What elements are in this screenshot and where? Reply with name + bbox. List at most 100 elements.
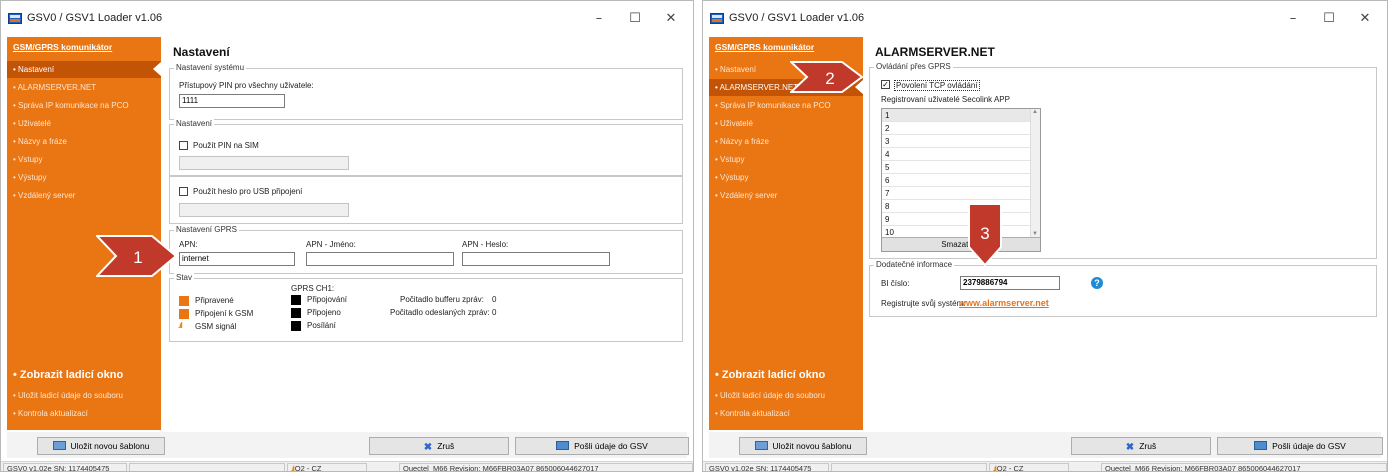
usb-password-checkbox[interactable] <box>179 187 188 196</box>
sidebar-item-inputs[interactable]: • Vstupy <box>7 151 161 168</box>
sidebar-item-nastaveni[interactable]: • Nastavení <box>7 61 162 78</box>
connected-indicator <box>291 308 301 318</box>
save-template-button[interactable]: Uložit novou šablonu <box>37 437 165 455</box>
list-selected-row <box>882 109 1030 121</box>
gsm-signal-label: GSM signál <box>195 322 237 331</box>
list-item[interactable]: 4 <box>885 150 889 159</box>
signal-icon: .ıl <box>178 321 183 330</box>
sidebar-item-alarmserver[interactable]: • ALARMSERVER.NET <box>7 79 161 96</box>
main-panel: ALARMSERVER.NET Ovládání přes GPRS ✓ Pov… <box>863 37 1381 430</box>
group-legend: Nastavení <box>174 119 215 129</box>
alarmserver-link[interactable]: www.alarmserver.net <box>959 298 1049 308</box>
close-button[interactable]: ✕ <box>1347 9 1383 29</box>
sidebar-item-ip-communication[interactable]: • Správa IP komunikace na PCO <box>7 97 161 114</box>
sidebar-item-users[interactable]: • Uživatelé <box>7 115 161 132</box>
sidebar-item-users[interactable]: • Uživatelé <box>709 115 863 132</box>
close-button[interactable]: ✕ <box>653 9 689 29</box>
gsm-connection-indicator <box>179 309 189 319</box>
apn-name-input[interactable] <box>306 252 454 266</box>
sidebar-header[interactable]: GSM/GPRS komunikátor <box>13 42 112 52</box>
status-bar: GSV0 v1.02e SN: 1174405475 .ıl O2 - CZ Q… <box>1 461 693 471</box>
connecting-label: Připojování <box>307 295 348 304</box>
sidebar-item-names[interactable]: • Názvy a fráze <box>7 133 161 150</box>
apn-password-input[interactable] <box>462 252 610 266</box>
maximize-button[interactable]: ☐ <box>617 9 653 29</box>
loader-window-right: GSV0 / GSV1 Loader v1.06 – ☐ ✕ GSM/GPRS … <box>702 0 1388 472</box>
list-item[interactable]: 10 <box>885 228 894 237</box>
minimize-button[interactable]: – <box>581 9 617 29</box>
list-item[interactable]: 5 <box>885 163 889 172</box>
settings-group: Nastavení Použít PIN na SIM <box>169 119 683 176</box>
list-divider <box>882 173 1040 174</box>
apn-input[interactable]: internet <box>179 252 295 266</box>
sidebar: GSM/GPRS komunikátor • Nastavení • ALARM… <box>709 37 864 430</box>
system-settings-group: Nastavení systému Přístupový PIN pro vše… <box>169 63 683 120</box>
show-debug-window-link[interactable]: • Zobrazit ladicí okno <box>13 369 123 381</box>
sim-pin-input[interactable] <box>179 156 349 170</box>
sending-label: Posílání <box>307 321 336 330</box>
help-icon[interactable]: ? <box>1091 277 1103 289</box>
sim-pin-checkbox[interactable] <box>179 141 188 150</box>
sidebar-item-ip-communication[interactable]: • Správa IP komunikace na PCO <box>709 97 863 114</box>
sidebar-item-remote-server[interactable]: • Vzdálený server <box>709 187 863 204</box>
list-item[interactable]: 3 <box>885 137 889 146</box>
sidebar-item-outputs[interactable]: • Výstupy <box>709 169 863 186</box>
status-field-empty <box>129 463 285 471</box>
sim-pin-label: Použít PIN na SIM <box>193 141 259 150</box>
maximize-button[interactable]: ☐ <box>1311 9 1347 29</box>
sidebar-item-names[interactable]: • Názvy a fráze <box>709 133 863 150</box>
register-label: Registrujte svůj systém: <box>881 299 966 308</box>
group-legend: Nastavení systému <box>174 63 247 73</box>
usb-password-group: Použít heslo pro USB připojení <box>169 176 683 224</box>
list-item[interactable]: 7 <box>885 189 889 198</box>
sidebar-item-inputs[interactable]: • Vstupy <box>709 151 863 168</box>
list-item[interactable]: 6 <box>885 176 889 185</box>
cancel-icon: ✖ <box>1125 442 1135 453</box>
bi-number-label: BI číslo: <box>881 279 910 288</box>
sidebar-item-outputs[interactable]: • Výstupy <box>7 169 161 186</box>
scroll-up-icon[interactable]: ▲ <box>1032 109 1038 115</box>
app-icon <box>8 13 22 24</box>
check-updates-link[interactable]: • Kontrola aktualizací <box>715 409 790 418</box>
group-legend: Dodatečné informace <box>874 260 955 270</box>
cancel-button[interactable]: ✖ Zruš <box>369 437 509 455</box>
save-template-button[interactable]: Uložit novou šablonu <box>739 437 867 455</box>
send-to-gsv-button[interactable]: Pošli údaje do GSV <box>1217 437 1383 455</box>
list-scrollbar[interactable]: ▲ ▼ <box>1030 109 1040 237</box>
usb-password-label: Použít heslo pro USB připojení <box>193 187 303 196</box>
pin-input[interactable]: 1111 <box>179 94 285 108</box>
list-divider <box>882 121 1040 122</box>
send-to-gsv-button[interactable]: Pošli údaje do GSV <box>515 437 689 455</box>
gprs-control-group: Ovládání přes GPRS ✓ Povolení TCP ovládá… <box>869 62 1377 259</box>
list-item[interactable]: 8 <box>885 202 889 211</box>
callout-number: 2 <box>825 69 834 88</box>
save-debug-link[interactable]: • Uložit ladicí údaje do souboru <box>13 391 123 400</box>
list-item[interactable]: 1 <box>885 111 889 120</box>
sidebar-item-remote-server[interactable]: • Vzdálený server <box>7 187 161 204</box>
operator-status: .ıl O2 - CZ <box>989 463 1069 472</box>
sidebar-header[interactable]: GSM/GPRS komunikátor <box>715 42 814 52</box>
show-debug-window-link[interactable]: • Zobrazit ladicí okno <box>715 369 825 381</box>
operator-label: O2 - CZ <box>996 464 1024 472</box>
callout-arrow-2: 2 <box>790 61 864 93</box>
bi-number-input[interactable]: 2379886794 <box>960 276 1060 290</box>
enable-tcp-checkbox[interactable]: ✓ <box>881 80 890 89</box>
bottom-toolbar: Uložit novou šablonu ✖ Zruš Pošli údaje d… <box>7 432 689 458</box>
list-divider <box>882 225 1040 226</box>
usb-password-input[interactable] <box>179 203 349 217</box>
cancel-button[interactable]: ✖ Zruš <box>1071 437 1211 455</box>
connected-label: Připojeno <box>307 308 341 317</box>
connecting-indicator <box>291 295 301 305</box>
list-divider <box>882 160 1040 161</box>
users-list[interactable]: 1 2 3 4 5 6 7 8 9 10 ▲ ▼ Smazat vyt <box>881 108 1041 252</box>
check-updates-link[interactable]: • Kontrola aktualizací <box>13 409 88 418</box>
clear-list-button[interactable]: Smazat vyt <box>882 237 1040 251</box>
save-debug-link[interactable]: • Uložit ladicí údaje do souboru <box>715 391 825 400</box>
apn-label: APN: <box>179 240 198 249</box>
minimize-button[interactable]: – <box>1275 9 1311 29</box>
list-item[interactable]: 9 <box>885 215 889 224</box>
buffer-counter-label: Počitadlo bufferu zpráv: <box>400 295 484 304</box>
page-title: ALARMSERVER.NET <box>875 45 995 59</box>
gprs-settings-group: Nastavení GPRS APN: internet APN - Jméno… <box>169 225 683 274</box>
list-item[interactable]: 2 <box>885 124 889 133</box>
